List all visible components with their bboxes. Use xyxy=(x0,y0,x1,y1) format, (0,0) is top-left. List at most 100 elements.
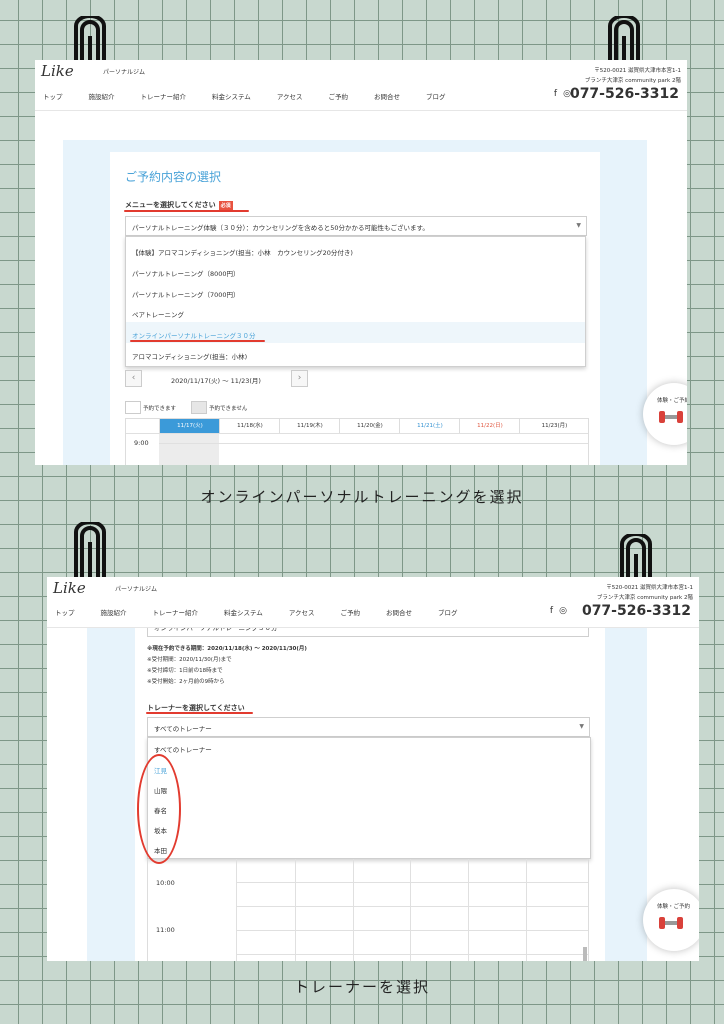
chevron-down-icon: ▼ xyxy=(576,222,581,229)
date-range: 2020/11/17(火) ～ 11/23(月) xyxy=(171,377,261,385)
screenshot-trainer-selection: Like パーソナルジム トップ 施設紹介 トレーナー紹介 料金システム アクセ… xyxy=(47,577,699,961)
nav-trainer[interactable]: トレーナー紹介 xyxy=(153,607,199,617)
required-badge: 必須 xyxy=(218,200,233,210)
menu-option[interactable]: ペアトレーニング xyxy=(132,309,184,319)
site-logo[interactable]: Like xyxy=(41,62,74,80)
next-week-button[interactable]: › xyxy=(291,370,308,387)
day-header-selected[interactable]: 11/17(火) xyxy=(159,419,220,433)
menu-option[interactable]: パーソナルトレーニング（8000円） xyxy=(132,268,240,278)
facebook-icon[interactable]: f xyxy=(550,606,553,616)
legend-available: 予約できます xyxy=(143,406,177,412)
site-header: Like パーソナルジム トップ 施設紹介 トレーナー紹介 料金システム アクセ… xyxy=(47,577,699,628)
day-header[interactable]: 11/19(木) xyxy=(279,419,340,433)
fab-label: 体験・ご予約 xyxy=(657,398,687,404)
trainer-dropdown: すべてのトレーナー 江見 山隈 春名 坂本 本田 xyxy=(147,737,591,859)
scrollbar[interactable] xyxy=(583,947,587,961)
nav-blog[interactable]: ブログ xyxy=(438,607,458,617)
fab-label: 体験・ご予約 xyxy=(657,904,691,910)
prev-week-button[interactable]: ‹ xyxy=(125,370,142,387)
trainer-select[interactable]: すべてのトレーナー ▼ xyxy=(147,717,590,737)
address-building: ブランチ大津京 community park 2階 xyxy=(584,78,681,84)
day-header[interactable]: 11/23(月) xyxy=(519,419,589,433)
row-line xyxy=(236,954,588,955)
nav-access[interactable]: アクセス xyxy=(277,91,303,101)
dumbbell-icon xyxy=(659,917,683,929)
nav-facility[interactable]: 施設紹介 xyxy=(101,607,127,617)
row-line xyxy=(236,906,588,907)
nav-blog[interactable]: ブログ xyxy=(426,91,446,101)
site-header: Like パーソナルジム トップ 施設紹介 トレーナー紹介 料金システム アクセ… xyxy=(35,60,687,111)
menu-select[interactable]: パーソナルトレーニング体験（３０分）：カウンセリングを含めると50分かかる可能性… xyxy=(125,216,587,236)
note-start: ※受付開始：2ヶ月前の9時から xyxy=(147,679,225,685)
trainer-names-circle xyxy=(137,754,181,864)
nav-contact[interactable]: お問合せ xyxy=(374,91,400,101)
trainer-option[interactable]: すべてのトレーナー xyxy=(154,744,212,754)
note-reception-period: ※受付期間：2020/11/30(月)まで xyxy=(147,657,232,663)
trainer-select-value: すべてのトレーナー xyxy=(154,725,212,733)
menu-option-selected[interactable]: オンラインパーソナルトレーニング３０分 xyxy=(132,330,256,340)
nav-top[interactable]: トップ xyxy=(43,91,63,101)
logo-subtitle: パーソナルジム xyxy=(115,586,158,593)
menu-option[interactable]: アロマコンディショニング(担当：小林) xyxy=(132,351,247,361)
phone-number[interactable]: 077-526-3312 xyxy=(582,603,691,619)
address-postal: 〒520-0021 滋賀県大津市本宮1-1 xyxy=(594,68,681,74)
menu-section-label: メニューを選択してください 必須 xyxy=(125,200,233,210)
booking-period: ※現在予約できる期間：2020/11/18(水) ～ 2020/11/30(月) xyxy=(147,646,307,652)
day-header-saturday[interactable]: 11/21(土) xyxy=(399,419,460,433)
col-line xyxy=(353,859,354,961)
col-line xyxy=(526,859,527,961)
trainer-label-underline xyxy=(146,712,253,714)
site-logo[interactable]: Like xyxy=(53,579,86,597)
facebook-icon[interactable]: f xyxy=(554,89,557,99)
address-postal: 〒520-0021 滋賀県大津市本宮1-1 xyxy=(606,585,693,591)
logo-subtitle: パーソナルジム xyxy=(103,69,146,76)
dumbbell-icon xyxy=(659,411,683,423)
nav-reservation[interactable]: ご予約 xyxy=(341,607,361,617)
caption-step-2: トレーナーを選択 xyxy=(293,978,430,996)
legend-available-swatch xyxy=(125,401,141,414)
col-line xyxy=(468,859,469,961)
col-line xyxy=(410,859,411,961)
time-label: 9:00 xyxy=(134,439,149,447)
caption-step-1: オンラインパーソナルトレーニングを選択 xyxy=(200,488,524,506)
screenshot-menu-selection: Like パーソナルジム トップ 施設紹介 トレーナー紹介 料金システム アクセ… xyxy=(35,60,687,465)
nav-top[interactable]: トップ xyxy=(55,607,75,617)
legend-unavailable: 予約できません xyxy=(209,406,248,412)
day-header[interactable]: 11/20(金) xyxy=(339,419,400,433)
row-line xyxy=(236,882,588,883)
menu-select-value: パーソナルトレーニング体験（３０分）：カウンセリングを含めると50分かかる可能性… xyxy=(132,224,429,232)
chevron-down-icon: ▼ xyxy=(579,723,584,730)
header-divider xyxy=(126,433,588,434)
reserve-fab[interactable]: 体験・ご予約 xyxy=(643,889,699,951)
option-underline xyxy=(130,340,265,342)
nav-contact[interactable]: お問合せ xyxy=(386,607,412,617)
phone-number[interactable]: 077-526-3312 xyxy=(570,86,679,102)
nav-reservation[interactable]: ご予約 xyxy=(329,91,349,101)
schedule-table: 11/17(火) 11/18(水) 11/19(木) 11/20(金) 11/2… xyxy=(125,418,589,465)
nav-facility[interactable]: 施設紹介 xyxy=(89,91,115,101)
time-label: 11:00 xyxy=(156,926,175,934)
day-header[interactable]: 11/18(水) xyxy=(219,419,280,433)
schedule-table: 10:00 11:00 xyxy=(147,859,589,961)
row-line xyxy=(159,443,588,444)
nav-access[interactable]: アクセス xyxy=(289,607,315,617)
note-deadline: ※受付締切：1日前の18時まで xyxy=(147,668,223,674)
main-nav: トップ 施設紹介 トレーナー紹介 料金システム アクセス ご予約 お問合せ ブロ… xyxy=(55,607,484,617)
reserve-fab[interactable]: 体験・ご予約 xyxy=(643,383,687,445)
day-header-sunday[interactable]: 11/22(日) xyxy=(459,419,520,433)
main-nav: トップ 施設紹介 トレーナー紹介 料金システム アクセス ご予約 お問合せ ブロ… xyxy=(43,91,472,101)
time-label: 10:00 xyxy=(156,879,175,887)
row-line xyxy=(236,930,588,931)
legend-unavailable-swatch xyxy=(191,401,207,414)
instagram-icon[interactable]: ◎ xyxy=(559,606,567,616)
menu-dropdown: 【体験】アロマコンディショニング(担当：小林 カウンセリング20分付き) パーソ… xyxy=(125,236,586,367)
col-line xyxy=(236,859,237,961)
menu-label-underline xyxy=(124,210,249,212)
menu-option[interactable]: パーソナルトレーニング（7000円） xyxy=(132,289,240,299)
menu-option[interactable]: 【体験】アロマコンディショニング(担当：小林 カウンセリング20分付き) xyxy=(132,247,353,257)
nav-trainer[interactable]: トレーナー紹介 xyxy=(141,91,187,101)
address-building: ブランチ大津京 community park 2階 xyxy=(596,595,693,601)
nav-price[interactable]: 料金システム xyxy=(212,91,251,101)
nav-price[interactable]: 料金システム xyxy=(224,607,263,617)
col-line xyxy=(295,859,296,961)
